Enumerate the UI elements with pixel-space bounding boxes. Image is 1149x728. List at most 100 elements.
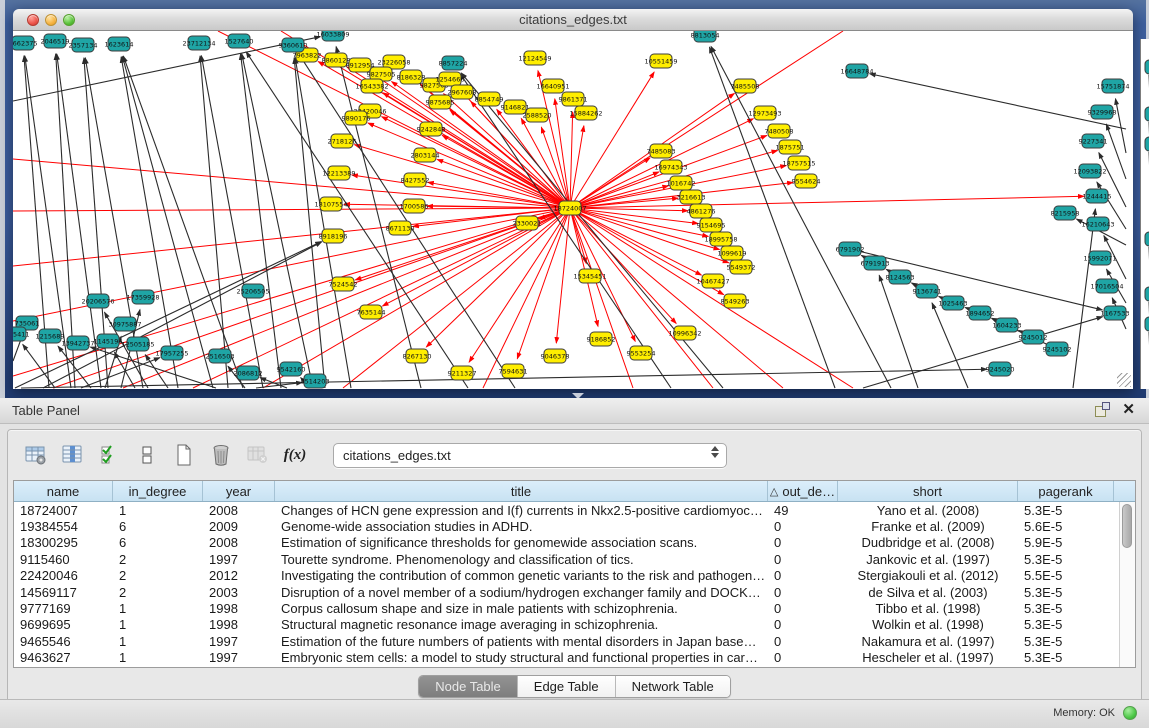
graph-edge[interactable] bbox=[426, 208, 570, 347]
table-row[interactable]: 946554611997Estimation of the future num… bbox=[14, 633, 1135, 649]
table-cell[interactable]: 0 bbox=[768, 601, 838, 616]
table-cell[interactable]: 1997 bbox=[203, 634, 275, 649]
table-cell[interactable]: 2009 bbox=[203, 519, 275, 534]
graph-edge[interactable] bbox=[295, 58, 351, 388]
graph-edge[interactable] bbox=[469, 208, 570, 362]
graph-edge[interactable] bbox=[870, 74, 1126, 129]
graph-edge[interactable] bbox=[294, 58, 325, 388]
graph-edge[interactable] bbox=[242, 54, 313, 388]
graph-edge[interactable] bbox=[1106, 124, 1126, 179]
row-height-icon[interactable] bbox=[134, 442, 160, 468]
table-cell[interactable]: 0 bbox=[768, 617, 838, 632]
table-cell[interactable]: 1 bbox=[113, 650, 203, 665]
table-cell[interactable]: Yano et al. (2008) bbox=[838, 503, 1018, 518]
delete-table-icon[interactable] bbox=[208, 442, 234, 468]
memory-status-indicator[interactable] bbox=[1123, 706, 1137, 720]
table-cell[interactable]: 9777169 bbox=[14, 601, 113, 616]
network-view-canvas[interactable]: 1872400779638228860128891295423226058982… bbox=[13, 31, 1133, 389]
table-vertical-scrollbar[interactable] bbox=[1119, 502, 1135, 667]
graph-edge[interactable] bbox=[932, 303, 968, 388]
table-cell[interactable]: Wolkin et al. (1998) bbox=[838, 617, 1018, 632]
graph-edge[interactable] bbox=[460, 74, 671, 388]
table-cell[interactable]: 22420046 bbox=[14, 568, 113, 583]
network-window-titlebar[interactable]: citations_edges.txt bbox=[13, 9, 1133, 31]
table-cell[interactable]: Tourette syndrome. Phenomenology and cla… bbox=[275, 552, 768, 567]
table-cell[interactable]: 1 bbox=[113, 601, 203, 616]
graph-node[interactable] bbox=[1145, 107, 1149, 121]
table-cell[interactable]: 18724007 bbox=[14, 503, 113, 518]
graph-edge[interactable] bbox=[570, 196, 1084, 208]
graph-edge[interactable] bbox=[1073, 209, 1095, 388]
table-cell[interactable]: 5.3E-5 bbox=[1018, 617, 1114, 632]
table-cell[interactable]: 19384554 bbox=[14, 519, 113, 534]
graph-edge[interactable] bbox=[13, 208, 570, 211]
table-cell[interactable]: Franke et al. (2009) bbox=[838, 519, 1018, 534]
table-cell[interactable]: 2008 bbox=[203, 503, 275, 518]
table-cell[interactable]: 0 bbox=[768, 585, 838, 600]
graph-edge[interactable] bbox=[200, 56, 228, 388]
table-cell[interactable]: Hescheler et al. (1997) bbox=[838, 650, 1018, 665]
table-cell[interactable]: 1997 bbox=[203, 552, 275, 567]
table-cell[interactable]: 0 bbox=[768, 568, 838, 583]
table-cell[interactable]: 5.9E-5 bbox=[1018, 535, 1114, 550]
table-cell[interactable]: Investigating the contribution of common… bbox=[275, 568, 768, 583]
graph-edge[interactable] bbox=[201, 56, 263, 388]
table-cell[interactable]: 5.3E-5 bbox=[1018, 552, 1114, 567]
graph-node[interactable] bbox=[1145, 137, 1149, 151]
graph-edge[interactable] bbox=[442, 135, 570, 208]
tab-edge-table[interactable]: Edge Table bbox=[518, 676, 616, 697]
table-cell[interactable]: 14569117 bbox=[14, 585, 113, 600]
table-row[interactable]: 1830029562008Estimation of significance … bbox=[14, 535, 1135, 551]
column-header-title[interactable]: title bbox=[275, 481, 768, 501]
table-selector-dropdown[interactable]: citations_edges.txt bbox=[333, 443, 727, 468]
table-cell[interactable]: 1 bbox=[113, 503, 203, 518]
table-row[interactable]: 946362711997Embryonic stem cells: a mode… bbox=[14, 650, 1135, 666]
graph-node[interactable] bbox=[1145, 232, 1149, 246]
table-row[interactable]: 1872400712008Changes of HCN gene express… bbox=[14, 502, 1135, 518]
graph-edge[interactable] bbox=[1115, 99, 1126, 153]
table-cell[interactable]: 5.5E-5 bbox=[1018, 568, 1114, 583]
table-cell[interactable]: de Silva et al. (2003) bbox=[838, 585, 1018, 600]
float-panel-icon[interactable] bbox=[1095, 402, 1110, 417]
column-header-in_degree[interactable]: in_degree bbox=[113, 481, 203, 501]
graph-node[interactable] bbox=[1145, 317, 1149, 331]
table-cell[interactable]: 2008 bbox=[203, 535, 275, 550]
table-cell[interactable]: 1 bbox=[113, 617, 203, 632]
table-cell[interactable]: 5.3E-5 bbox=[1018, 650, 1114, 665]
table-cell[interactable]: Disruption of a novel member of a sodium… bbox=[275, 585, 768, 600]
table-cell[interactable]: Dudbridge et al. (2008) bbox=[838, 535, 1018, 550]
table-settings-icon[interactable] bbox=[23, 442, 49, 468]
column-header-pagerank[interactable]: pagerank bbox=[1018, 481, 1114, 501]
column-header-year[interactable]: year bbox=[203, 481, 275, 501]
table-cell[interactable]: Structural magnetic resonance image aver… bbox=[275, 617, 768, 632]
table-cell[interactable]: 6 bbox=[113, 535, 203, 550]
table-cell[interactable]: Corpus callosum shape and size in male p… bbox=[275, 601, 768, 616]
table-cell[interactable]: 2 bbox=[113, 568, 203, 583]
table-cell[interactable]: Nakamura et al. (1997) bbox=[838, 634, 1018, 649]
table-cell[interactable]: 49 bbox=[768, 503, 838, 518]
graph-edge[interactable] bbox=[114, 352, 135, 388]
graph-edge[interactable] bbox=[711, 47, 891, 388]
table-row[interactable]: 969969511998Structural magnetic resonanc… bbox=[14, 617, 1135, 633]
table-cell[interactable]: Tibbo et al. (1998) bbox=[838, 601, 1018, 616]
table-cell[interactable]: Genome-wide association studies in ADHD. bbox=[275, 519, 768, 534]
table-row[interactable]: 2242004622012Investigating the contribut… bbox=[14, 568, 1135, 584]
table-cell[interactable]: 0 bbox=[768, 535, 838, 550]
table-row[interactable]: 1938455462009Genome-wide association stu… bbox=[14, 518, 1135, 534]
table-cell[interactable]: 0 bbox=[768, 552, 838, 567]
table-cell[interactable]: 5.3E-5 bbox=[1018, 634, 1114, 649]
table-cell[interactable]: 6 bbox=[113, 519, 203, 534]
table-cell[interactable]: Estimation of significance thresholds fo… bbox=[275, 535, 768, 550]
new-table-icon[interactable] bbox=[171, 442, 197, 468]
table-cell[interactable]: 18300295 bbox=[14, 535, 113, 550]
select-rows-icon[interactable] bbox=[97, 442, 123, 468]
background-network-window[interactable] bbox=[1140, 39, 1149, 389]
table-cell[interactable]: 1998 bbox=[203, 601, 275, 616]
table-cell[interactable]: 1997 bbox=[203, 650, 275, 665]
column-header-short[interactable]: short bbox=[838, 481, 1018, 501]
table-cell[interactable]: 2003 bbox=[203, 585, 275, 600]
table-cell[interactable]: 5.3E-5 bbox=[1018, 601, 1114, 616]
column-settings-icon[interactable] bbox=[60, 442, 86, 468]
table-cell[interactable]: 1 bbox=[113, 634, 203, 649]
table-cell[interactable]: Stergiakouli et al. (2012) bbox=[838, 568, 1018, 583]
